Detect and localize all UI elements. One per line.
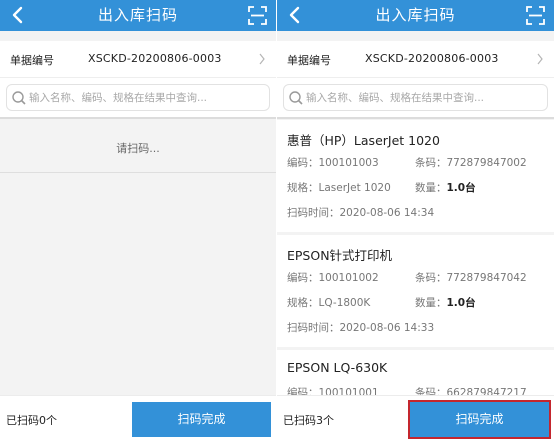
barcode-label: 条码： [415,272,447,284]
item-quantity: 数量：1.0台 [415,180,476,195]
barcode-value: 662879847217 [446,387,527,395]
divider [277,117,554,119]
search-input[interactable] [306,88,541,108]
top-bar: 出入库扫码 [0,0,276,31]
item-spec: 规格：LQ-1800K [287,295,370,310]
code-value: 100101001 [318,387,379,395]
spec-label: 规格： [287,297,319,309]
scan-screen-empty: 出入库扫码 单据编号 XSCKD-20200806-0003 请扫码... 已扫… [0,0,276,442]
scan-complete-button[interactable]: 扫码完成 [132,402,271,437]
barcode-value: 772879847002 [446,157,527,169]
empty-text: 请扫码... [116,142,160,155]
item-name: 惠普（HP）LaserJet 1020 [287,133,440,148]
barcode-label: 条码： [415,157,447,169]
scan-icon[interactable] [525,5,546,26]
item-code: 编码：100101002 [287,270,379,285]
item-spec: 规格：LaserJet 1020 [287,180,391,195]
list-item[interactable]: EPSON LQ-630K 编码：100101001 条码：6628798472… [277,350,554,395]
top-bar: 出入库扫码 [277,0,554,31]
search-input[interactable] [29,88,263,108]
doc-number-label: 单据编号 [287,54,331,67]
item-scan-time: 扫码时间：2020-08-06 14:33 [287,320,434,335]
page-title: 出入库扫码 [97,6,178,24]
search-icon [12,91,26,105]
item-barcode: 条码：662879847217 [415,385,527,395]
item-code: 编码：100101001 [287,385,379,395]
code-value: 100101002 [318,272,379,284]
qty-value: 1.0台 [446,297,476,309]
item-scan-time: 扫码时间：2020-08-06 14:34 [287,205,434,220]
list-item[interactable]: EPSON针式打印机 编码：100101002 条码：772879847042 … [277,235,554,347]
search-box[interactable] [6,84,270,111]
search-area [0,77,276,117]
document-number-row[interactable]: 单据编号 XSCKD-20200806-0003 [277,41,554,77]
code-label: 编码： [287,387,319,395]
search-box[interactable] [283,84,548,111]
code-value: 100101003 [318,157,379,169]
search-icon [289,91,303,105]
item-name: EPSON LQ-630K [287,360,388,375]
item-name: EPSON针式打印机 [287,248,393,263]
scan-icon[interactable] [247,5,268,26]
qty-value: 1.0台 [446,182,476,194]
qty-label: 数量： [415,182,447,194]
barcode-value: 772879847042 [446,272,527,284]
item-code: 编码：100101003 [287,155,379,170]
spec-label: 规格： [287,182,319,194]
qty-label: 数量： [415,297,447,309]
code-label: 编码： [287,157,319,169]
doc-number-value: XSCKD-20200806-0003 [365,52,499,65]
list-item[interactable]: 惠普（HP）LaserJet 1020 编码：100101003 条码：7728… [277,120,554,232]
time-value: 2020-08-06 14:34 [339,207,435,219]
chevron-right-icon [259,53,265,65]
bottom-bar: 已扫码0个 扫码完成 [0,395,276,442]
item-quantity: 数量：1.0台 [415,295,476,310]
page-title: 出入库扫码 [375,6,456,24]
scanned-items-list[interactable]: 惠普（HP）LaserJet 1020 编码：100101003 条码：7728… [277,120,554,395]
scanned-count: 已扫码3个 [283,414,334,427]
chevron-right-icon [537,53,543,65]
barcode-label: 条码： [415,387,447,395]
doc-number-value: XSCKD-20200806-0003 [88,52,222,65]
bottom-bar: 已扫码3个 扫码完成 [277,395,554,442]
search-area [277,77,554,117]
divider [0,117,276,119]
time-label: 扫码时间： [287,322,340,334]
code-label: 编码： [287,272,319,284]
scan-screen-results: 出入库扫码 单据编号 XSCKD-20200806-0003 惠普（HP）Las… [277,0,554,442]
scanned-count: 已扫码0个 [6,414,57,427]
item-barcode: 条码：772879847042 [415,270,527,285]
time-label: 扫码时间： [287,207,340,219]
document-number-row[interactable]: 单据编号 XSCKD-20200806-0003 [0,41,276,77]
empty-state: 请扫码... [0,120,276,173]
scan-complete-button[interactable]: 扫码完成 [408,400,551,439]
doc-number-label: 单据编号 [10,54,54,67]
spec-value: LaserJet 1020 [318,182,391,194]
time-value: 2020-08-06 14:33 [339,322,435,334]
item-barcode: 条码：772879847002 [415,155,527,170]
spec-value: LQ-1800K [318,297,371,309]
